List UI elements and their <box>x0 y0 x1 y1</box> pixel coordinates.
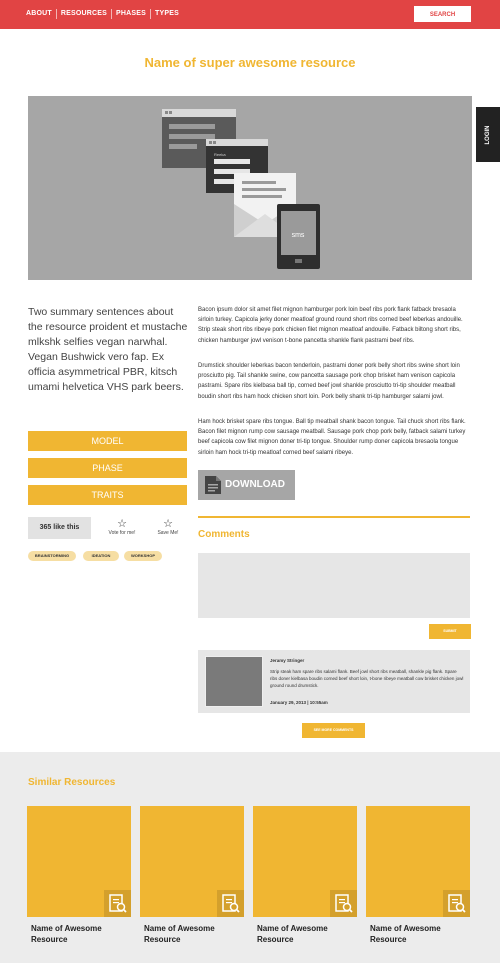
comment-author: Jeramy Stringer <box>270 658 305 663</box>
model-button[interactable]: MODEL <box>28 431 187 451</box>
hero-illustration: Reeka sms <box>162 109 320 269</box>
comment-input[interactable] <box>198 553 470 618</box>
phone-icon: sms <box>277 204 320 269</box>
star-outline-icon: ☆ <box>163 518 173 530</box>
like-count[interactable]: 365 like this <box>28 517 91 539</box>
login-label: LOGIN <box>485 125 491 144</box>
resource-card-title[interactable]: Name of Awesome Resource <box>370 923 474 945</box>
main-nav: ABOUT RESOURCES PHASES TYPES <box>22 9 183 19</box>
save-action[interactable]: ☆ Save Me! <box>148 518 188 536</box>
section-divider <box>198 516 470 518</box>
submit-button[interactable]: SUBMIT <box>429 624 471 639</box>
document-search-icon <box>443 890 470 917</box>
comment-text: Strip steak ham spare ribs salami flank.… <box>270 669 464 688</box>
document-search-icon <box>104 890 131 917</box>
comment-date: January 29, 2013 | 10:55am <box>270 700 328 705</box>
login-tab[interactable]: LOGIN <box>476 107 500 162</box>
similar-resources-heading: Similar Resources <box>28 777 116 788</box>
comment-item: Jeramy Stringer Strip steak ham spare ri… <box>198 650 470 713</box>
tag-workshop[interactable]: WORKSHOP <box>124 551 162 561</box>
star-outline-icon: ☆ <box>117 518 127 530</box>
resource-summary: Two summary sentences about the resource… <box>28 306 188 393</box>
resource-card-title[interactable]: Name of Awesome Resource <box>257 923 361 945</box>
resource-card[interactable] <box>253 806 357 917</box>
nav-item-phases[interactable]: PHASES <box>112 9 152 19</box>
save-label: Save Me! <box>157 530 179 536</box>
resource-card[interactable] <box>140 806 244 917</box>
resource-card[interactable] <box>366 806 470 917</box>
nav-item-about[interactable]: ABOUT <box>22 9 57 19</box>
tag-ideation[interactable]: IDEATION <box>83 551 119 561</box>
resource-card-title[interactable]: Name of Awesome Resource <box>144 923 248 945</box>
download-label: DOWNLOAD <box>225 479 285 490</box>
search-button[interactable]: SEARCH <box>414 6 471 22</box>
resource-card-title[interactable]: Name of Awesome Resource <box>31 923 135 945</box>
body-paragraph: Drumstick shoulder leberkas bacon tender… <box>198 363 460 400</box>
document-search-icon <box>217 890 244 917</box>
nav-item-types[interactable]: TYPES <box>151 9 183 19</box>
comments-heading: Comments <box>198 529 250 540</box>
avatar <box>205 656 263 707</box>
see-more-comments-button[interactable]: SEE MORE COMMENTS <box>302 723 365 738</box>
body-paragraph: Bacon ipsum dolor sit amet filet mignon … <box>198 307 463 344</box>
vote-label: Vote for me! <box>108 530 136 536</box>
svg-text:Reeka: Reeka <box>214 152 226 157</box>
traits-button[interactable]: TRAITS <box>28 485 187 505</box>
hero-image: Reeka sms <box>28 96 472 280</box>
document-search-icon <box>330 890 357 917</box>
tag-brainstorming[interactable]: BRAINSTORMING <box>28 551 76 561</box>
vote-action[interactable]: ☆ Vote for me! <box>102 518 142 536</box>
top-nav-bar: ABOUT RESOURCES PHASES TYPES SEARCH <box>0 0 500 29</box>
page-title: Name of super awesome resource <box>144 55 356 70</box>
nav-item-resources[interactable]: RESOURCES <box>57 9 113 19</box>
svg-text:sms: sms <box>292 232 305 239</box>
body-paragraph: Ham hock brisket spare ribs tongue. Ball… <box>198 419 466 456</box>
phase-button[interactable]: PHASE <box>28 458 187 478</box>
download-button[interactable]: DOWNLOAD <box>198 470 295 500</box>
resource-card[interactable] <box>27 806 131 917</box>
document-icon <box>205 476 221 494</box>
